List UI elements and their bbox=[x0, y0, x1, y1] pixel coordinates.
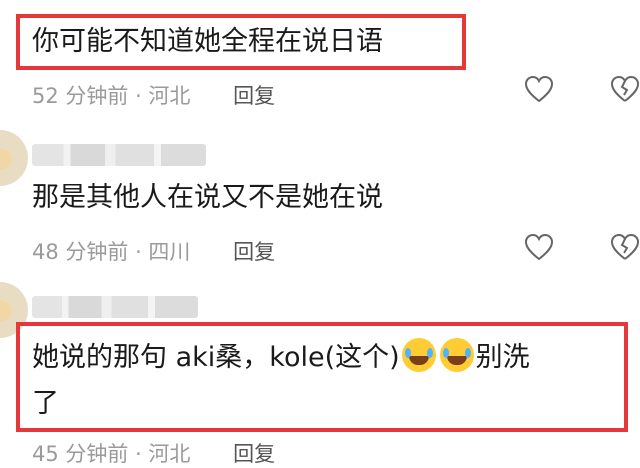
dislike-icon[interactable] bbox=[608, 230, 640, 264]
comment-2-username-blurred[interactable] bbox=[32, 144, 206, 166]
comment-1-meta: 52 分钟前 · 河北 回复 bbox=[32, 80, 275, 110]
laughing-tears-emoji-icon bbox=[401, 338, 436, 372]
comment-2-time-location: 48 分钟前 · 四川 bbox=[32, 240, 191, 264]
comment-3-text-line2: 了 bbox=[32, 388, 59, 419]
like-icon[interactable] bbox=[522, 230, 556, 264]
laughing-tears-emoji-icon bbox=[439, 338, 474, 372]
comment-3-time-location: 45 分钟前 · 河北 bbox=[32, 442, 191, 466]
comment-3-text: 她说的那句 aki桑，kole(这个) 别洗 bbox=[32, 338, 530, 376]
comment-1-time-location: 52 分钟前 · 河北 bbox=[32, 84, 191, 108]
dislike-icon[interactable] bbox=[608, 72, 640, 106]
comment-3-reply-button[interactable]: 回复 bbox=[233, 442, 275, 466]
comment-2-text: 那是其他人在说又不是她在说 bbox=[32, 182, 383, 213]
comment-1-reply-button[interactable]: 回复 bbox=[233, 84, 275, 108]
comment-3-text-part1: 她说的那句 aki桑，kole(这个) bbox=[32, 342, 400, 373]
comment-3-meta: 45 分钟前 · 河北 回复 bbox=[32, 438, 275, 468]
comment-3-text-part2: 别洗 bbox=[475, 342, 530, 373]
comment-2-meta: 48 分钟前 · 四川 回复 bbox=[32, 236, 275, 266]
comment-3-username-blurred[interactable] bbox=[32, 296, 198, 318]
like-icon[interactable] bbox=[522, 72, 556, 106]
comment-2-reply-button[interactable]: 回复 bbox=[233, 240, 275, 264]
comment-1-highlight-box bbox=[16, 14, 466, 70]
comment-2-avatar[interactable] bbox=[0, 130, 28, 186]
